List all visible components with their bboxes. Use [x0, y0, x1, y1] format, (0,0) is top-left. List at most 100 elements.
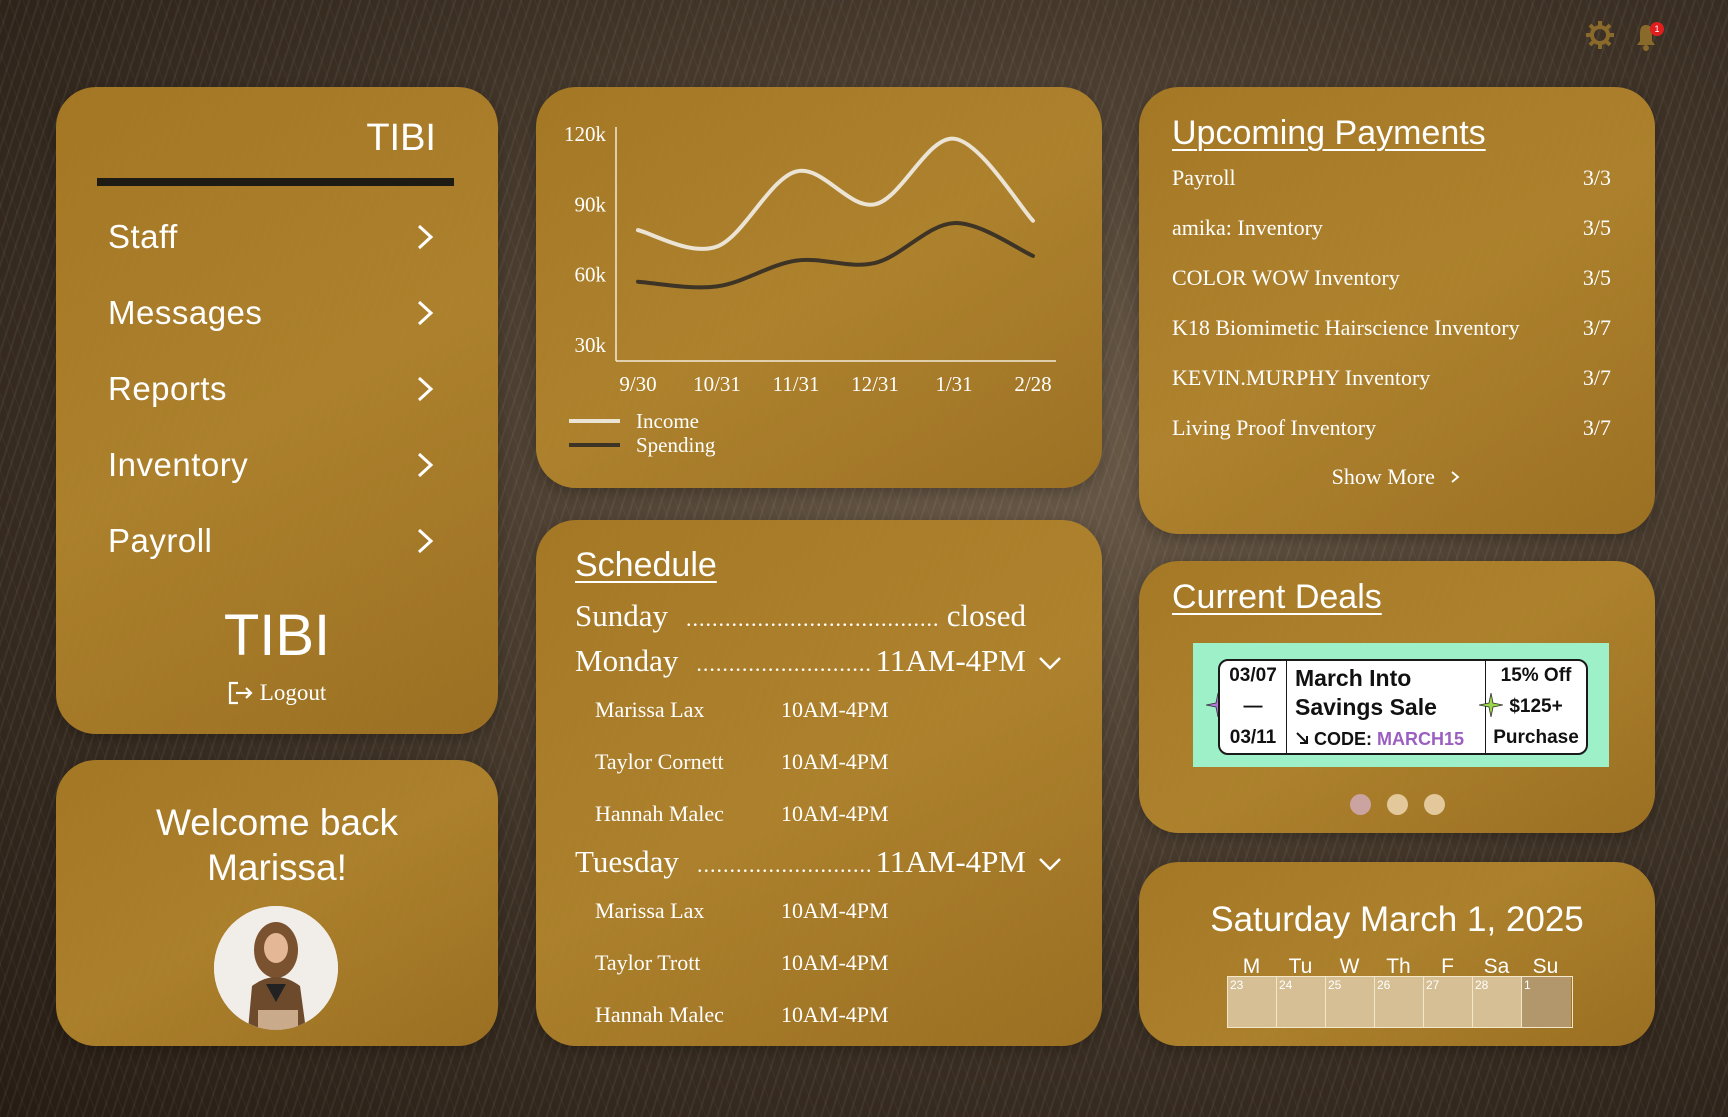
brand-logo-top: TIBI: [366, 117, 436, 159]
deal-start-date: 03/07: [1229, 665, 1277, 686]
line-chart: 120k 90k 60k 30k 9/30 10/31 11/31 12/31 1/31 2/28…: [564, 122, 1056, 457]
y-tick-label: 120k: [564, 122, 607, 146]
calendar-day[interactable]: 25: [1326, 977, 1375, 1027]
calendar-day-today[interactable]: 1: [1522, 977, 1571, 1027]
brand-logo: TIBI: [223, 603, 331, 668]
chevron-right-icon: [417, 452, 434, 478]
schedule-employee-row: Hannah Malec 10AM-4PM: [595, 1002, 889, 1028]
payment-date: 3/5: [1582, 265, 1611, 290]
payment-name: K18 Biomimetic Hairscience Inventory: [1172, 315, 1520, 340]
sparkle-icon: [1479, 693, 1503, 717]
chevron-down-icon[interactable]: [1038, 856, 1062, 872]
nav-item-staff[interactable]: Staff: [108, 212, 438, 262]
calendar-week: 23 24 25 26 27 28 1: [1227, 976, 1573, 1028]
current-deals-panel: Current Deals 03/07 — 03/11 March Into S…: [1139, 561, 1655, 833]
navigation-panel: TIBI Staff Messages Reports Inventory Pa…: [56, 87, 498, 734]
upcoming-payments-panel: Upcoming Payments Payroll 3/3 amika: Inv…: [1139, 87, 1655, 534]
payment-date: 3/7: [1582, 415, 1611, 440]
nav-item-label: Payroll: [108, 522, 213, 559]
nav-item-label: Inventory: [108, 446, 249, 483]
logout-label: Logout: [259, 680, 327, 705]
series-line-spending: [636, 221, 1035, 290]
employee-name: Taylor Cornett: [595, 749, 724, 774]
day-name: Monday: [575, 643, 679, 678]
payment-row[interactable]: amika: Inventory 3/5: [1172, 215, 1611, 241]
carousel-dot[interactable]: [1386, 794, 1408, 815]
schedule-day-monday[interactable]: Monday .................................…: [575, 643, 1062, 679]
employee-name: Marissa Lax: [595, 697, 705, 722]
arrow-down-right-icon: [1296, 732, 1308, 744]
payment-row[interactable]: Payroll 3/3: [1172, 165, 1611, 191]
nav-item-reports[interactable]: Reports: [108, 364, 438, 414]
schedule-panel: Schedule Sunday ........................…: [536, 520, 1102, 1046]
employee-hours: 10AM-4PM: [781, 749, 889, 774]
payments-title: Upcoming Payments: [1172, 114, 1486, 152]
nav-item-payroll[interactable]: Payroll: [108, 516, 438, 566]
employee-name: Marissa Lax: [595, 898, 705, 923]
employee-hours: 10AM-4PM: [781, 950, 889, 975]
schedule-day-tuesday[interactable]: Tuesday ................................…: [575, 844, 1062, 880]
x-tick-label: 9/30: [619, 372, 656, 396]
payment-row[interactable]: COLOR WOW Inventory 3/5: [1172, 265, 1611, 291]
user-name: Marissa!: [207, 847, 347, 888]
day-name: Tuesday: [575, 844, 679, 879]
calendar-day[interactable]: 26: [1375, 977, 1424, 1027]
deal-name-line: Savings Sale: [1295, 694, 1437, 720]
dot-leader: ........................................…: [696, 651, 869, 676]
calendar-day[interactable]: 27: [1424, 977, 1473, 1027]
welcome-message: Welcome back Marissa!: [56, 800, 498, 890]
carousel-dot[interactable]: [1349, 794, 1371, 815]
payment-name: COLOR WOW Inventory: [1172, 265, 1400, 290]
day-hours: 11AM-4PM: [875, 643, 1026, 678]
payment-row[interactable]: K18 Biomimetic Hairscience Inventory 3/7: [1172, 315, 1611, 341]
series-line-income: [636, 136, 1035, 251]
nav-item-messages[interactable]: Messages: [108, 288, 438, 338]
calendar-day[interactable]: 23: [1228, 977, 1277, 1027]
avatar[interactable]: [214, 906, 338, 1030]
chevron-down-icon[interactable]: [1038, 655, 1062, 671]
carousel-indicator: [1139, 794, 1655, 815]
schedule-employee-row: Hannah Malec 10AM-4PM: [595, 801, 889, 827]
calendar-day[interactable]: 28: [1473, 977, 1522, 1027]
payment-date: 3/7: [1582, 315, 1611, 340]
income-spending-chart: 120k 90k 60k 30k 9/30 10/31 11/31 12/31 1/31 2/28…: [536, 87, 1102, 488]
coupon[interactable]: 03/07 — 03/11 March Into Savings Sale CO…: [1218, 659, 1588, 755]
employee-hours: 10AM-4PM: [781, 898, 889, 923]
nav-item-label: Reports: [108, 370, 228, 407]
gear-icon[interactable]: [1585, 20, 1615, 50]
coupon-code-row: CODE: MARCH15: [1295, 729, 1464, 750]
day-hours: 11AM-4PM: [875, 844, 1026, 879]
date-dash: —: [1243, 696, 1263, 717]
coupon-details: March Into Savings Sale CODE: MARCH15: [1287, 661, 1486, 753]
chevron-right-icon: [1451, 471, 1460, 483]
coupon-code: MARCH15: [1377, 729, 1465, 749]
notification-bell-icon[interactable]: 1: [1631, 20, 1664, 51]
dot-leader: ........................................…: [696, 852, 870, 877]
payment-row[interactable]: KEVIN.MURPHY Inventory 3/7: [1172, 365, 1611, 391]
deals-title: Current Deals: [1172, 578, 1382, 616]
coupon-dates: 03/07 — 03/11: [1220, 661, 1287, 753]
nav-item-inventory[interactable]: Inventory: [108, 440, 438, 490]
payment-row[interactable]: Living Proof Inventory 3/7: [1172, 415, 1611, 441]
carousel-dot[interactable]: [1423, 794, 1445, 815]
payment-name: KEVIN.MURPHY Inventory: [1172, 365, 1431, 390]
welcome-line: Welcome back: [156, 802, 398, 843]
employee-hours: 10AM-4PM: [781, 697, 889, 722]
payment-date: 3/7: [1582, 365, 1611, 390]
deal-slide[interactable]: 03/07 — 03/11 March Into Savings Sale CO…: [1193, 643, 1609, 767]
chevron-right-icon: [417, 300, 434, 326]
legend-label: Income: [636, 409, 699, 433]
chevron-right-icon: [417, 224, 434, 250]
schedule-employee-row: Taylor Trott 10AM-4PM: [595, 950, 889, 976]
day-name: Sunday: [575, 598, 668, 633]
employee-hours: 10AM-4PM: [781, 801, 889, 826]
calendar-day[interactable]: 24: [1277, 977, 1326, 1027]
x-tick-label: 2/28: [1014, 372, 1051, 396]
logout-button[interactable]: Logout: [56, 680, 498, 706]
employee-hours: 10AM-4PM: [781, 1002, 889, 1027]
nav-item-label: Staff: [108, 218, 178, 255]
show-more-button[interactable]: Show More: [1139, 464, 1655, 490]
payment-name: Living Proof Inventory: [1172, 415, 1377, 440]
employee-name: Hannah Malec: [595, 1002, 724, 1027]
y-tick-label: 30k: [575, 333, 607, 357]
